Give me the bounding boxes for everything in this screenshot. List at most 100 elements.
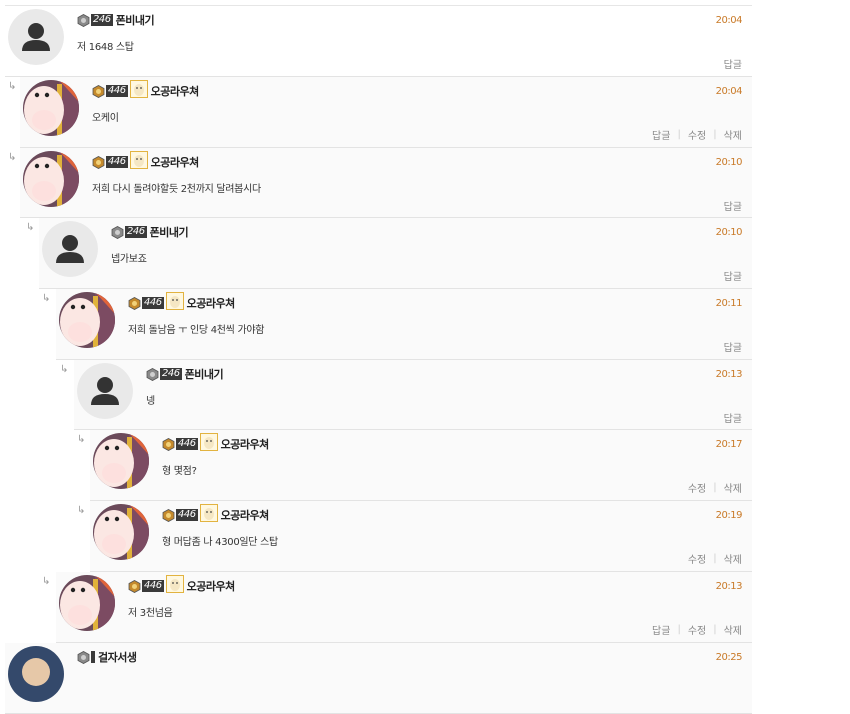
comment-text: 저 1648 스탑 <box>77 42 134 53</box>
level-badge: 246 <box>146 367 182 381</box>
level-badge: 446 <box>162 508 198 522</box>
nickname[interactable]: 폰비내기 <box>116 12 155 28</box>
character-badge-icon <box>164 575 184 597</box>
comment-item: ↳ 446 오공라우쳐 20:10 저희 다시 돌려야할듯 2천까지 달려봅시다 답글 <box>8 148 752 218</box>
edit-button[interactable]: 수정 <box>688 551 706 566</box>
comment-time: 20:10 <box>715 157 743 168</box>
comment-actions: 수정 | 삭제 <box>688 551 742 566</box>
character-badge-icon <box>128 80 148 102</box>
reply-button[interactable]: 답글 <box>652 622 670 637</box>
comment-time: 20:04 <box>715 15 743 26</box>
reply-arrow-icon: ↳ <box>8 81 17 92</box>
delete-button[interactable]: 삭제 <box>724 622 742 637</box>
level-badge: 446 <box>92 155 128 169</box>
nickname[interactable]: 오공라우쳐 <box>151 83 200 99</box>
delete-button[interactable]: 삭제 <box>724 480 742 495</box>
nickname[interactable]: 오공라우쳐 <box>221 507 270 523</box>
reply-button[interactable]: 답글 <box>652 127 670 142</box>
comment-text: 넹 <box>146 396 155 407</box>
reply-arrow-icon: ↳ <box>26 222 35 233</box>
delete-button[interactable]: 삭제 <box>724 127 742 142</box>
comment-header: 246 폰비내기 <box>111 224 189 240</box>
comment-text: 넵가보죠 <box>111 254 147 265</box>
edit-button[interactable]: 수정 <box>688 622 706 637</box>
nickname[interactable]: 오공라우쳐 <box>187 295 236 311</box>
user-silhouette-icon[interactable] <box>8 9 64 65</box>
action-separator: | <box>713 553 717 564</box>
comment-item: ↳ 446 오공라우쳐 20:19 형 머답좀 나 4300일단 스탑 수정 | 삭제 <box>77 501 752 572</box>
reply-arrow-icon: ↳ <box>77 505 86 516</box>
comment-item: ↳ 446 오공라우쳐 20:04 오케이 답글 | 수정 | 삭제 <box>8 77 752 148</box>
level-number <box>91 651 95 663</box>
comment-item: ↳ 246 폰비내기 20:10 넵가보죠 답글 <box>26 218 752 289</box>
nickname[interactable]: 오공라우쳐 <box>187 578 236 594</box>
character-badge-icon <box>164 292 184 314</box>
reply-arrow-icon: ↳ <box>42 293 51 304</box>
nickname[interactable]: 폰비내기 <box>185 366 224 382</box>
avatar[interactable] <box>59 575 115 631</box>
edit-button[interactable]: 수정 <box>688 127 706 142</box>
comment-time: 20:25 <box>715 652 743 663</box>
comment-item: 걸자서생 20:25 <box>5 643 752 714</box>
level-badge: 446 <box>92 84 128 98</box>
level-number: 446 <box>142 297 164 309</box>
comment-header: 446 오공라우쳐 <box>128 575 236 597</box>
character-badge-icon <box>198 433 218 455</box>
user-silhouette-icon[interactable] <box>42 221 98 277</box>
level-number: 446 <box>176 509 198 521</box>
edit-button[interactable]: 수정 <box>688 480 706 495</box>
avatar[interactable] <box>23 80 79 136</box>
comment-item: 246 폰비내기 20:04 저 1648 스탑답글 <box>5 6 752 77</box>
comment-list: 246 폰비내기 20:04 저 1648 스탑답글 ↳ 446 오공라우쳐 20:04 오케이… <box>0 0 752 714</box>
comment-actions: 답글 | 수정 | 삭제 <box>652 127 742 142</box>
avatar[interactable] <box>93 433 149 489</box>
comment-header: 446 오공라우쳐 <box>162 504 270 526</box>
reply-button[interactable]: 답글 <box>724 268 742 283</box>
nickname[interactable]: 걸자서생 <box>98 649 137 665</box>
reply-button[interactable]: 답글 <box>724 198 742 213</box>
level-number: 246 <box>125 226 147 238</box>
comment-header: 446 오공라우쳐 <box>162 433 270 455</box>
comment-header: 446 오공라우쳐 <box>128 292 236 314</box>
reply-button[interactable]: 답글 <box>724 410 742 425</box>
level-number: 446 <box>176 438 198 450</box>
comment-header: 246 폰비내기 <box>77 12 155 28</box>
comment-actions: 답글 <box>724 198 742 213</box>
comment-time: 20:13 <box>715 581 743 592</box>
character-badge-icon <box>198 504 218 526</box>
nickname[interactable]: 폰비내기 <box>150 224 189 240</box>
comment-time: 20:19 <box>715 510 743 521</box>
level-badge <box>77 650 95 664</box>
level-number: 446 <box>106 156 128 168</box>
reply-arrow-icon: ↳ <box>60 364 69 375</box>
comment-text: 오케이 <box>92 113 119 124</box>
comment-time: 20:17 <box>715 439 743 450</box>
level-number: 246 <box>160 368 182 380</box>
comment-item: ↳ 446 오공라우쳐 20:11 저희 돌남음 ㅜ 인당 4천씩 가야함 답글 <box>42 289 752 360</box>
comment-actions: 답글 <box>724 339 742 354</box>
avatar[interactable] <box>23 151 79 207</box>
delete-button[interactable]: 삭제 <box>724 551 742 566</box>
action-separator: | <box>713 624 717 635</box>
action-separator: | <box>677 624 681 635</box>
level-badge: 246 <box>111 225 147 239</box>
reply-button[interactable]: 답글 <box>724 339 742 354</box>
user-silhouette-icon[interactable] <box>77 363 133 419</box>
reply-arrow-icon: ↳ <box>42 576 51 587</box>
comment-time: 20:13 <box>715 369 743 380</box>
comment-item: ↳ 246 폰비내기 20:13 넹답글 <box>60 360 752 430</box>
comment-item: ↳ 446 오공라우쳐 20:13 저 3천넘음 답글 | 수정 | 삭제 <box>42 572 752 643</box>
action-separator: | <box>677 129 681 140</box>
comment-actions: 답글 | 수정 | 삭제 <box>652 622 742 637</box>
reply-arrow-icon: ↳ <box>77 434 86 445</box>
avatar[interactable] <box>59 292 115 348</box>
level-badge: 446 <box>128 296 164 310</box>
level-number: 446 <box>106 85 128 97</box>
nickname[interactable]: 오공라우쳐 <box>221 436 270 452</box>
avatar[interactable] <box>93 504 149 560</box>
nickname[interactable]: 오공라우쳐 <box>151 154 200 170</box>
comment-actions: 답글 <box>724 56 742 71</box>
level-badge: 246 <box>77 13 113 27</box>
reply-button[interactable]: 답글 <box>724 56 742 71</box>
avatar[interactable] <box>8 646 64 702</box>
